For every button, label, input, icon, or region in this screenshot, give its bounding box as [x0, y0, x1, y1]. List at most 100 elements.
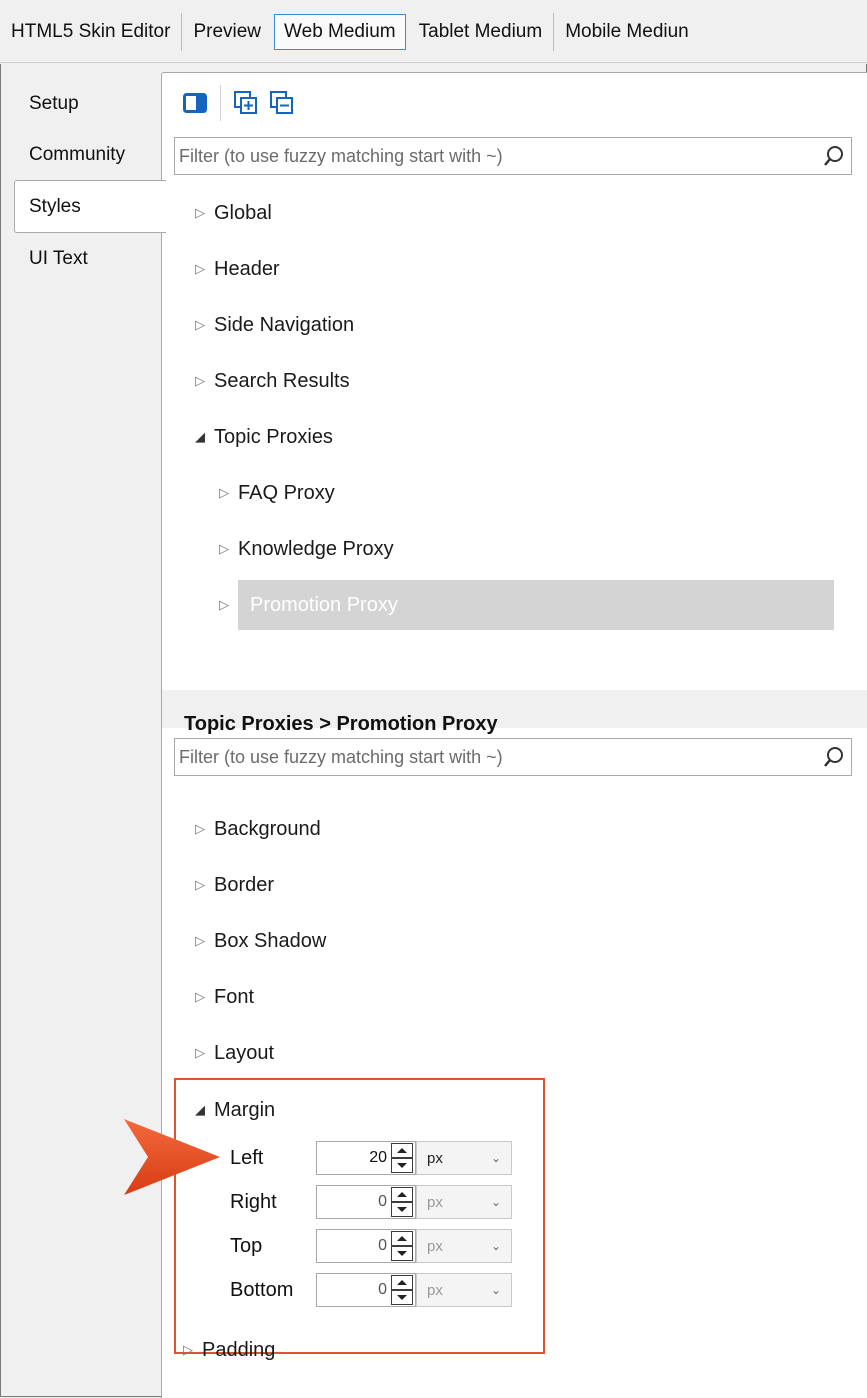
- spin-down-icon[interactable]: [391, 1158, 413, 1173]
- margin-bottom-input[interactable]: 0: [316, 1273, 416, 1307]
- styles-panel: Filter (to use fuzzy matching start with…: [161, 72, 867, 1398]
- tree-node-label: Side Navigation: [214, 313, 355, 336]
- style-breadcrumb: Topic Proxies > Promotion Proxy: [184, 713, 498, 735]
- style-filter-input[interactable]: Filter (to use fuzzy matching start with…: [174, 137, 852, 175]
- expand-arrow-icon[interactable]: ▷: [186, 1045, 214, 1061]
- margin-left-unit: px: [427, 1149, 443, 1167]
- tree-node-side-navigation[interactable]: ▷ Side Navigation: [186, 300, 354, 350]
- expand-arrow-icon[interactable]: ▷: [210, 541, 238, 557]
- spinner[interactable]: [391, 1143, 413, 1173]
- tree-node-header[interactable]: ▷ Header: [186, 244, 280, 294]
- tab-html5-skin-editor[interactable]: HTML5 Skin Editor: [0, 13, 183, 51]
- callout-arrow-icon: [124, 1119, 220, 1195]
- panel-toggle-icon[interactable]: [180, 88, 210, 118]
- spinner[interactable]: [391, 1231, 413, 1261]
- chevron-down-icon: ⌄: [490, 1195, 501, 1209]
- margin-top-value: 0: [378, 1237, 387, 1254]
- spin-up-icon[interactable]: [391, 1275, 413, 1290]
- margin-right-unit-select[interactable]: px ⌄: [416, 1185, 512, 1219]
- tab-preview[interactable]: Preview: [182, 13, 272, 51]
- expand-arrow-icon[interactable]: ▷: [210, 580, 238, 630]
- property-font[interactable]: ▷ Font: [186, 972, 254, 1022]
- margin-right-label: Right: [230, 1190, 277, 1213]
- property-border[interactable]: ▷ Border: [186, 860, 274, 910]
- tree-node-label: Global: [214, 201, 272, 224]
- expand-arrow-icon[interactable]: ▷: [174, 1342, 202, 1358]
- tree-node-global[interactable]: ▷ Global: [186, 188, 272, 238]
- chevron-down-icon: ⌄: [490, 1239, 501, 1253]
- tree-node-search-results[interactable]: ▷ Search Results: [186, 356, 350, 406]
- margin-left-row: Left 20 px ⌄: [230, 1138, 512, 1178]
- expand-arrow-icon[interactable]: ▷: [186, 261, 214, 277]
- margin-top-unit: px: [427, 1237, 443, 1255]
- property-label: Padding: [202, 1338, 276, 1361]
- property-label: Font: [214, 985, 255, 1008]
- margin-right-input[interactable]: 0: [316, 1185, 416, 1219]
- tree-node-promotion-proxy[interactable]: ▷ Promotion Proxy: [210, 580, 834, 630]
- margin-top-input[interactable]: 0: [316, 1229, 416, 1263]
- margin-top-unit-select[interactable]: px ⌄: [416, 1229, 512, 1263]
- property-padding[interactable]: ▷ Padding: [174, 1325, 275, 1375]
- margin-bottom-row: Bottom 0 px ⌄: [230, 1270, 512, 1310]
- collapse-arrow-icon[interactable]: ◢: [186, 429, 214, 445]
- margin-bottom-value: 0: [378, 1281, 387, 1298]
- margin-bottom-unit-select[interactable]: px ⌄: [416, 1273, 512, 1307]
- margin-left-input[interactable]: 20: [316, 1141, 416, 1175]
- tab-mobile-medium[interactable]: Mobile Mediun: [554, 13, 700, 51]
- spin-up-icon[interactable]: [391, 1143, 413, 1158]
- property-label: Border: [214, 873, 275, 896]
- spin-up-icon[interactable]: [391, 1231, 413, 1246]
- property-filter-input[interactable]: Filter (to use fuzzy matching start with…: [174, 738, 852, 776]
- property-layout[interactable]: ▷ Layout: [186, 1028, 274, 1078]
- spin-down-icon[interactable]: [391, 1246, 413, 1261]
- styles-toolbar: [180, 85, 297, 121]
- tab-tablet-medium[interactable]: Tablet Medium: [408, 13, 555, 51]
- tab-community[interactable]: Community: [14, 129, 166, 180]
- expand-arrow-icon[interactable]: ▷: [186, 317, 214, 333]
- spin-down-icon[interactable]: [391, 1290, 413, 1305]
- tab-web-medium[interactable]: Web Medium: [274, 14, 406, 50]
- tab-styles[interactable]: Styles: [14, 180, 166, 233]
- tab-setup[interactable]: Setup: [14, 78, 166, 129]
- top-tab-divider: [0, 62, 867, 63]
- search-icon[interactable]: [817, 740, 851, 774]
- tree-node-topic-proxies[interactable]: ◢ Topic Proxies: [186, 412, 333, 462]
- property-label: Box Shadow: [214, 929, 327, 952]
- tree-node-label: Header: [214, 257, 280, 280]
- expand-arrow-icon[interactable]: ▷: [186, 205, 214, 221]
- collapse-arrow-icon[interactable]: ◢: [186, 1102, 214, 1118]
- tree-node-label: FAQ Proxy: [238, 481, 335, 504]
- tab-ui-text[interactable]: UI Text: [14, 233, 166, 284]
- tree-node-faq-proxy[interactable]: ▷ FAQ Proxy: [210, 468, 335, 518]
- tree-node-knowledge-proxy[interactable]: ▷ Knowledge Proxy: [210, 524, 394, 574]
- margin-top-label: Top: [230, 1234, 263, 1257]
- spin-up-icon[interactable]: [391, 1187, 413, 1202]
- expand-arrow-icon[interactable]: ▷: [186, 373, 214, 389]
- property-box-shadow[interactable]: ▷ Box Shadow: [186, 916, 326, 966]
- margin-bottom-label: Bottom: [230, 1278, 294, 1301]
- property-filter-placeholder: Filter (to use fuzzy matching start with…: [179, 746, 503, 767]
- expand-arrow-icon[interactable]: ▷: [210, 485, 238, 501]
- left-tab-strip: Setup Community Styles UI Text: [14, 78, 166, 284]
- spinner[interactable]: [391, 1275, 413, 1305]
- spinner[interactable]: [391, 1187, 413, 1217]
- expand-all-icon[interactable]: [231, 88, 261, 118]
- expand-arrow-icon[interactable]: ▷: [186, 877, 214, 893]
- tree-node-label: Topic Proxies: [214, 425, 333, 448]
- margin-left-unit-select[interactable]: px ⌄: [416, 1141, 512, 1175]
- margin-bottom-unit: px: [427, 1281, 443, 1299]
- chevron-down-icon: ⌄: [490, 1151, 501, 1165]
- collapse-all-icon[interactable]: [267, 88, 297, 118]
- expand-arrow-icon[interactable]: ▷: [186, 989, 214, 1005]
- expand-arrow-icon[interactable]: ▷: [186, 933, 214, 949]
- margin-right-row: Right 0 px ⌄: [230, 1182, 512, 1222]
- property-label: Background: [214, 817, 321, 840]
- spin-down-icon[interactable]: [391, 1202, 413, 1217]
- search-icon[interactable]: [817, 139, 851, 173]
- margin-left-label: Left: [230, 1146, 264, 1169]
- property-label: Layout: [214, 1041, 275, 1064]
- property-background[interactable]: ▷ Background: [186, 804, 321, 854]
- tree-node-label: Search Results: [214, 369, 350, 392]
- margin-top-row: Top 0 px ⌄: [230, 1226, 512, 1266]
- expand-arrow-icon[interactable]: ▷: [186, 821, 214, 837]
